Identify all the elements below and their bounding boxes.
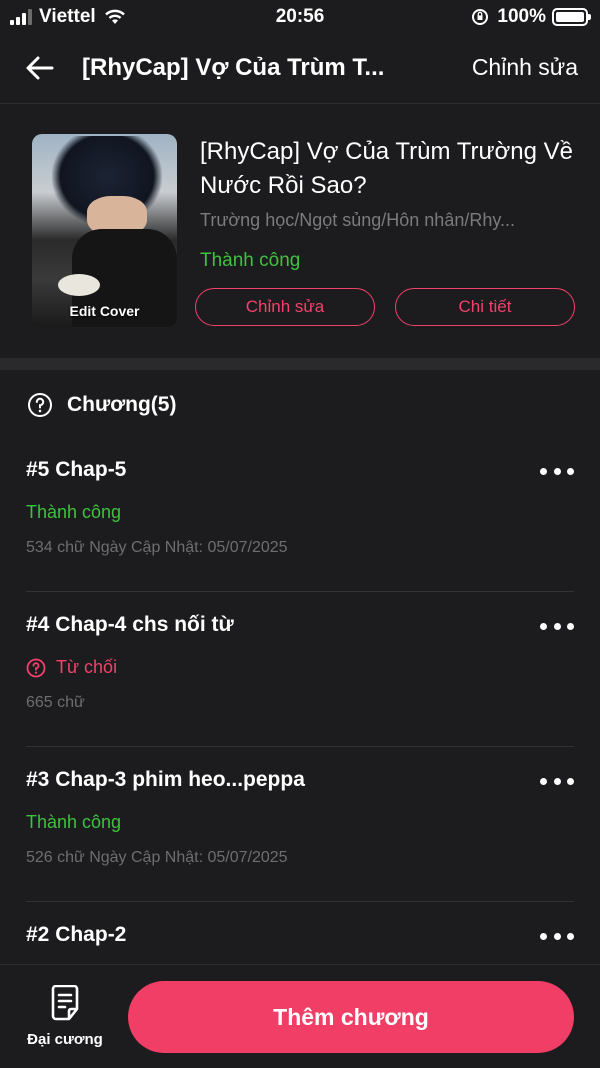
edit-cover-label: Edit Cover <box>69 303 140 319</box>
chapter-status: Từ chối <box>26 657 117 678</box>
chapter-title: #5 Chap-5 <box>26 458 127 481</box>
chapters-header: Chương(5) <box>0 370 600 440</box>
cover-image[interactable]: Edit Cover <box>32 134 177 327</box>
outline-label: Đại cương <box>27 1031 103 1048</box>
chapter-meta: 526 chữ Ngày Cập Nhật: 05/07/2025 <box>26 849 288 866</box>
story-detail-button[interactable]: Chi tiết <box>395 288 575 326</box>
story-card: Edit Cover [RhyCap] Vợ Của Trùm Trường V… <box>0 105 600 358</box>
chapter-item[interactable]: #4 Chap-4 chs nối từ Từ chối 665 chữ <box>26 595 574 747</box>
chapter-title: #4 Chap-4 chs nối từ <box>26 613 234 636</box>
chapters-count-label: Chương(5) <box>67 393 177 416</box>
chapter-title: #3 Chap-3 phim heo...peppa <box>26 768 305 791</box>
help-circle-icon <box>26 658 46 677</box>
more-dots-icon[interactable] <box>540 623 574 633</box>
battery-icon <box>552 8 591 26</box>
page-title: [RhyCap] Vợ Của Trùm T... <box>82 54 385 81</box>
document-icon <box>51 985 79 1021</box>
nav-bar: [RhyCap] Vợ Của Trùm T... Chỉnh sửa <box>0 34 600 104</box>
chapter-status: Thành công <box>26 812 122 832</box>
chapter-status-label: Từ chối <box>56 657 118 677</box>
section-divider <box>0 358 600 370</box>
status-bar: Viettel 20:56 100% <box>0 0 600 34</box>
more-dots-icon[interactable] <box>540 468 574 478</box>
battery-percent: 100% <box>497 6 546 27</box>
more-dots-icon[interactable] <box>540 778 574 788</box>
more-dots-icon[interactable] <box>540 933 574 943</box>
chapter-item[interactable]: #2 Chap-2 <box>26 905 574 965</box>
chapter-title: #2 Chap-2 <box>26 923 127 946</box>
outline-button[interactable]: Đại cương <box>22 985 108 1049</box>
story-status: Thành công <box>200 250 301 271</box>
back-arrow-icon[interactable] <box>22 50 58 86</box>
chapter-status: Thành công <box>26 502 122 522</box>
story-tags: Trường học/Ngọt sủng/Hôn nhân/Rhy... <box>200 210 516 230</box>
chapter-meta: 534 chữ Ngày Cập Nhật: 05/07/2025 <box>26 539 288 556</box>
edit-button[interactable]: Chỉnh sửa <box>472 54 578 81</box>
help-circle-icon[interactable] <box>27 392 53 418</box>
story-edit-button[interactable]: Chỉnh sửa <box>195 288 375 326</box>
rotation-lock-icon <box>472 9 489 25</box>
story-title: [RhyCap] Vợ Của Trùm Trường Về Nước Rồi … <box>200 138 574 199</box>
chapter-item[interactable]: #5 Chap-5 Thành công 534 chữ Ngày Cập Nh… <box>26 440 574 592</box>
add-chapter-button[interactable]: Thêm chương <box>128 981 574 1053</box>
chapter-meta: 665 chữ <box>26 694 85 711</box>
bottom-bar: Đại cương Thêm chương <box>0 964 600 1068</box>
chapter-item[interactable]: #3 Chap-3 phim heo...peppa Thành công 52… <box>26 750 574 902</box>
